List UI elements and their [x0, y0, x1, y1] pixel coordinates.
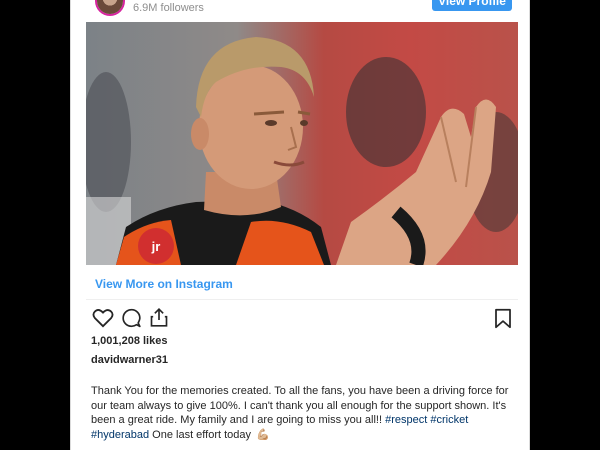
followers-count: 6.9M followers: [133, 2, 204, 14]
instagram-embed: 6.9M followers View Profile jr View More…: [70, 0, 530, 450]
bookmark-icon[interactable]: [494, 308, 512, 329]
view-more-link[interactable]: View More on Instagram: [95, 277, 233, 291]
hashtag-hyderabad[interactable]: #hyderabad: [91, 429, 149, 441]
share-icon[interactable]: [149, 307, 169, 328]
likes-count: 1,001,208 likes: [91, 335, 168, 347]
caption-tail: One last effort today: [149, 428, 255, 441]
comment-icon[interactable]: [121, 308, 142, 328]
heart-icon[interactable]: [92, 308, 114, 328]
hashtag-respect[interactable]: #respect: [385, 414, 427, 426]
divider: [86, 299, 518, 300]
post-header: 6.9M followers View Profile: [71, 0, 529, 22]
post-photo[interactable]: jr: [86, 22, 518, 265]
profile-avatar[interactable]: [97, 0, 123, 14]
view-profile-button[interactable]: View Profile: [432, 0, 512, 11]
post-caption: Thank You for the memories created. To a…: [91, 384, 511, 442]
username[interactable]: davidwarner31: [91, 354, 168, 366]
jersey-logo: jr: [151, 239, 161, 254]
player-photo-illustration: jr: [86, 37, 518, 265]
hashtag-cricket[interactable]: #cricket: [430, 414, 468, 426]
flexed-biceps-emoji: 💪🏼: [256, 428, 270, 441]
